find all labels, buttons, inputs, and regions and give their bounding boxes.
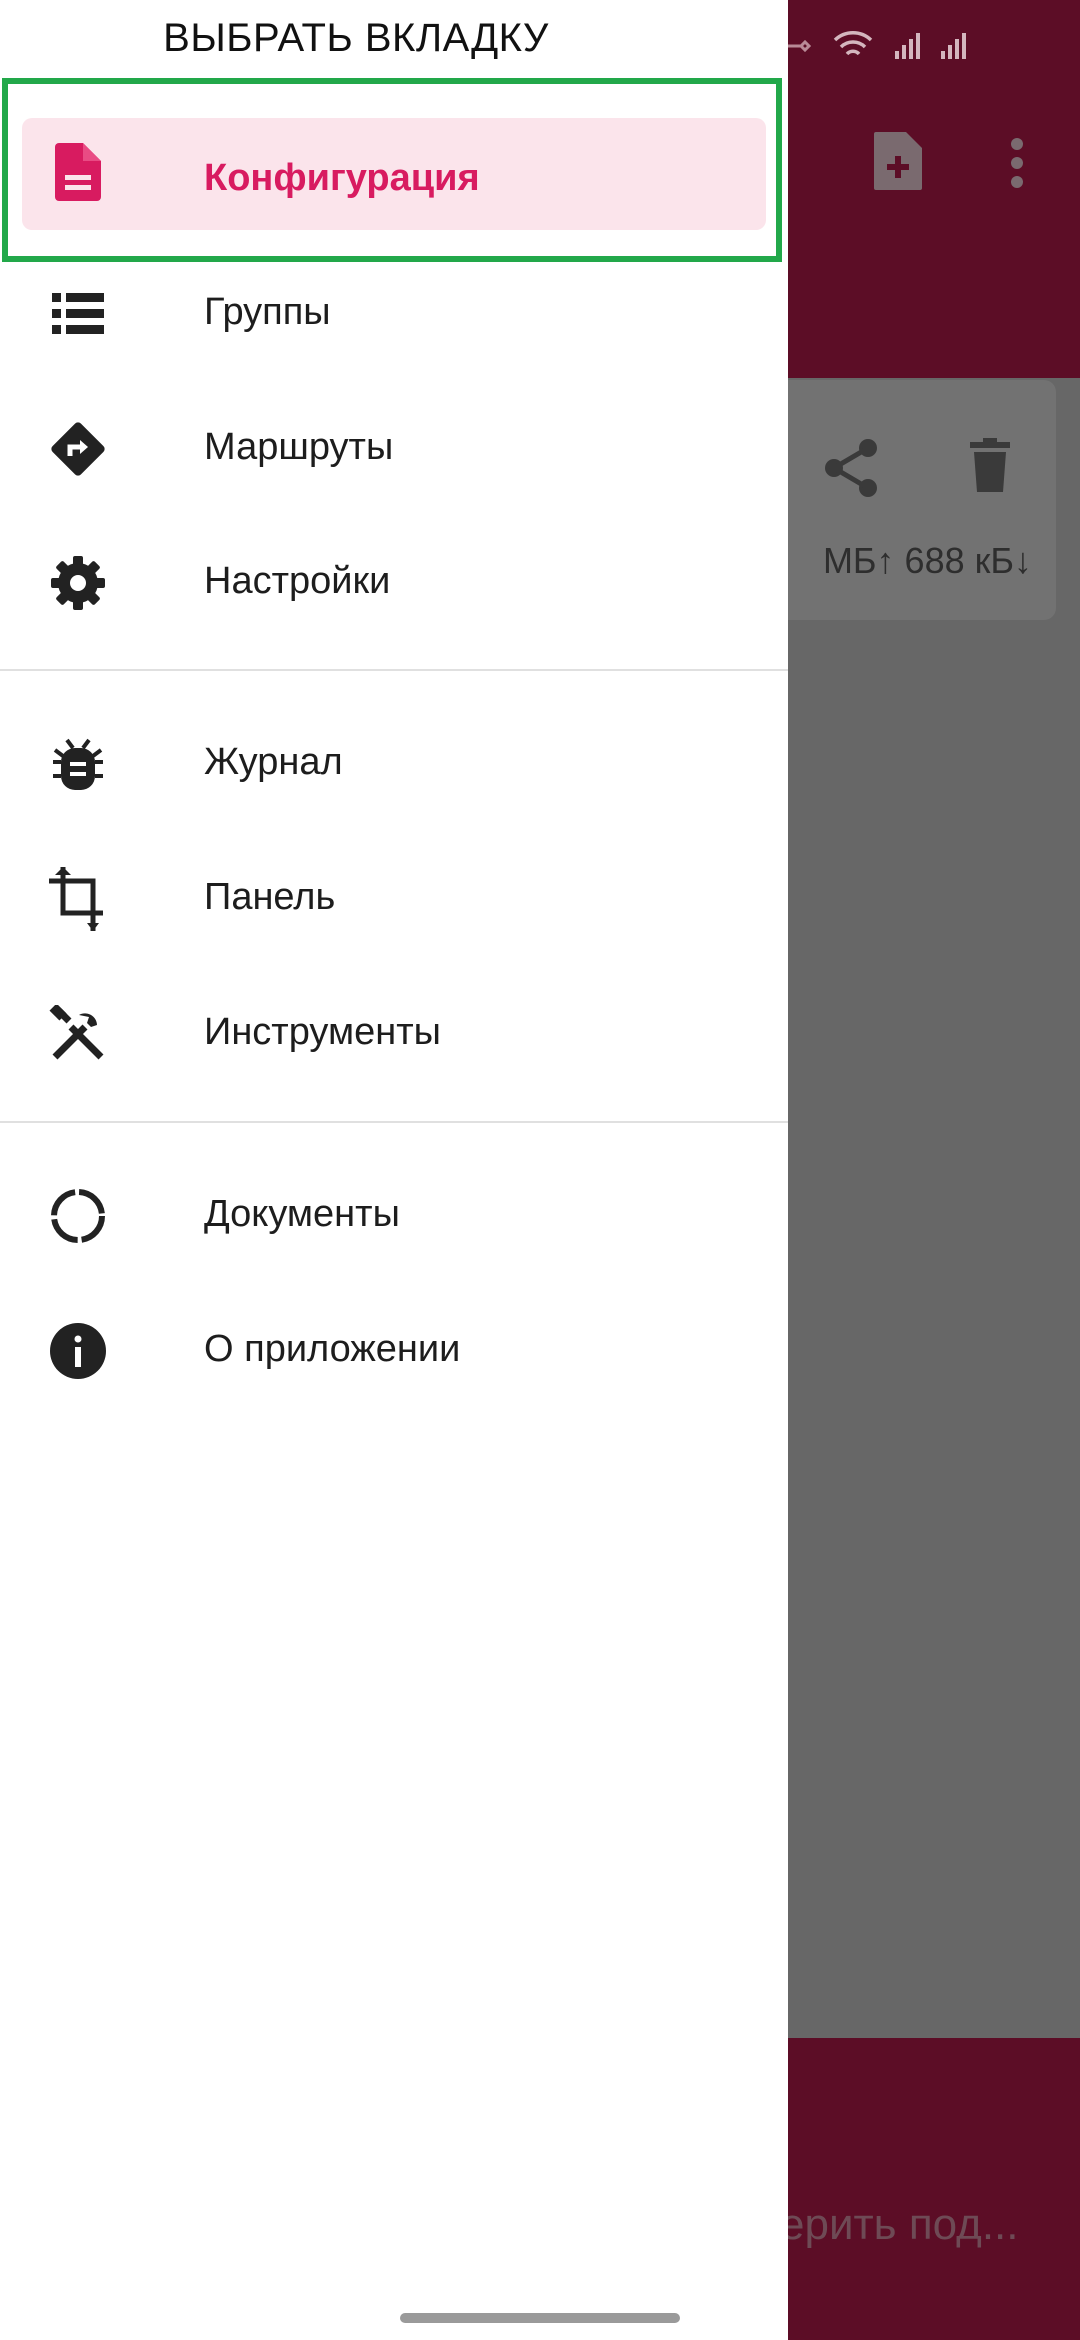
add-file-icon — [874, 132, 922, 190]
loading-ring-icon — [48, 1186, 108, 1246]
nav-item-documents[interactable]: Документы — [0, 1154, 788, 1274]
vpn-key-icon — [787, 39, 812, 53]
nav-item-tools[interactable]: Инструменты — [0, 972, 788, 1092]
nav-item-groups[interactable]: Группы — [0, 252, 788, 372]
signal-icon-2 — [941, 33, 966, 59]
signal-icon-1 — [895, 33, 920, 59]
nav-item-settings[interactable]: Настройки — [0, 521, 788, 641]
navigation-drawer: ВЫБРАТЬ ВКЛАДКУ Конфигурация Группы Марш… — [0, 0, 788, 2340]
nav-item-label: Журнал — [204, 740, 343, 783]
more-vert-icon — [1011, 138, 1023, 188]
drawer-heading: ВЫБРАТЬ ВКЛАДКУ — [163, 16, 549, 60]
nav-item-label: Настройки — [204, 559, 391, 602]
list-icon — [48, 284, 108, 344]
info-icon — [48, 1321, 108, 1381]
nav-item-panel[interactable]: Панель — [0, 837, 788, 957]
status-bar-icons — [785, 28, 967, 64]
nav-item-label: Маршруты — [204, 425, 394, 468]
gear-icon — [48, 553, 108, 613]
share-icon — [825, 439, 877, 497]
traffic-stats: МБ↑ 688 кБ↓ — [822, 540, 1032, 581]
nav-item-label: Инструменты — [204, 1010, 441, 1053]
nav-item-about[interactable]: О приложении — [0, 1289, 788, 1409]
nav-item-label: Документы — [204, 1192, 400, 1235]
delete-icon — [970, 438, 1010, 492]
highlight-frame — [2, 78, 782, 262]
wifi-icon — [833, 31, 873, 56]
bottom-bar-text: ерить под... — [780, 2200, 1019, 2249]
divider — [0, 1121, 788, 1123]
home-indicator[interactable] — [400, 2313, 680, 2323]
bug-icon — [48, 734, 108, 794]
nav-item-routes[interactable]: Маршруты — [0, 387, 788, 507]
nav-item-label: Панель — [204, 875, 336, 918]
nav-item-label: Группы — [204, 290, 331, 333]
directions-icon — [48, 419, 108, 479]
tools-icon — [48, 1004, 108, 1064]
nav-item-log[interactable]: Журнал — [0, 702, 788, 822]
nav-item-label: О приложении — [204, 1327, 461, 1370]
divider — [0, 669, 788, 671]
crop-icon — [48, 867, 108, 931]
